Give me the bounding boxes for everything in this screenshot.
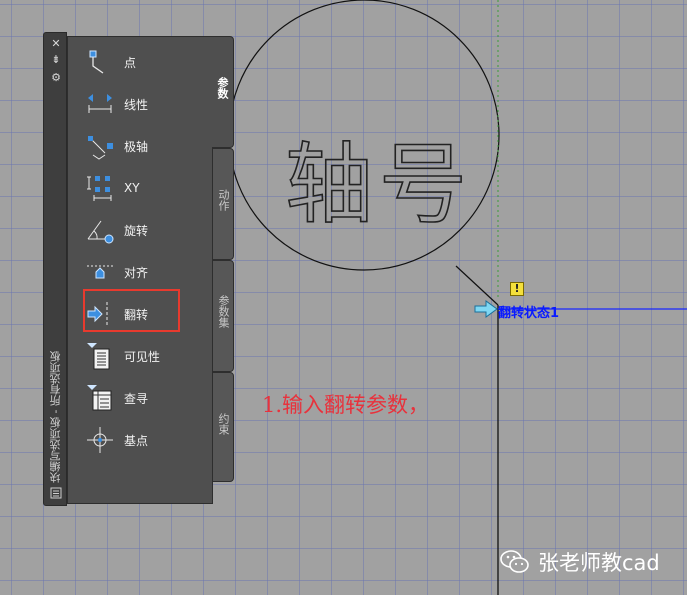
instruction-annotation: 1.输入翻转参数，: [262, 393, 430, 417]
circle-text: 轴号: [285, 133, 473, 236]
item-label: 基点: [124, 433, 149, 448]
basepoint-parameter-icon: [82, 422, 118, 458]
warning-icon[interactable]: !: [510, 282, 524, 296]
tab-label: 动作: [217, 189, 230, 211]
palette-item-visibility[interactable]: 可见性: [82, 338, 202, 374]
item-label: 点: [124, 55, 137, 70]
palette-item-rotation[interactable]: 旋转: [82, 212, 202, 248]
properties-gear-icon[interactable]: ⚙: [48, 71, 64, 85]
item-label: 极轴: [124, 139, 149, 154]
palette-item-polar[interactable]: 极轴: [82, 128, 202, 164]
wechat-icon: [500, 549, 530, 575]
block-authoring-palette: ✕ ⇟ ⚙ 块编写选项板 - 所有选项板 点 线性 极轴 XY 旋转 对齐 翻转…: [43, 32, 234, 506]
palette-item-linear[interactable]: 线性: [82, 86, 202, 122]
item-label: 翻转: [124, 307, 149, 322]
item-label: XY: [124, 181, 140, 195]
tab-constraints[interactable]: 约束: [212, 372, 234, 482]
polar-parameter-icon: [82, 128, 118, 164]
alignment-parameter-icon: [82, 254, 118, 290]
autohide-icon[interactable]: ⇟: [48, 53, 64, 67]
flip-parameter-label[interactable]: 翻转状态1: [498, 302, 559, 321]
item-label: 对齐: [124, 265, 149, 280]
palette-item-alignment[interactable]: 对齐: [82, 254, 202, 290]
tab-parameters[interactable]: 参数: [212, 36, 234, 148]
tab-label: 参数集: [217, 295, 230, 328]
lookup-parameter-icon: [82, 380, 118, 416]
palette-menu-icon[interactable]: [50, 487, 62, 499]
rotation-parameter-icon: [82, 212, 118, 248]
item-label: 可见性: [124, 349, 161, 364]
tab-label: 约束: [217, 413, 230, 435]
item-label: 查寻: [124, 391, 149, 406]
tab-parameter-sets[interactable]: 参数集: [212, 260, 234, 372]
palette-item-point[interactable]: 点: [82, 44, 202, 80]
flip-parameter-icon: [82, 296, 118, 332]
palette-item-flip[interactable]: 翻转: [82, 296, 202, 332]
linear-parameter-icon: [82, 86, 118, 122]
close-icon[interactable]: ✕: [48, 37, 64, 51]
tab-actions[interactable]: 动作: [212, 148, 234, 260]
palette-title: 块编写选项板 - 所有选项板: [49, 351, 62, 483]
watermark: 张老师教cad: [500, 547, 660, 577]
palette-titlebar[interactable]: ✕ ⇟ ⚙ 块编写选项板 - 所有选项板: [43, 32, 67, 506]
item-label: 旋转: [124, 223, 149, 238]
item-label: 线性: [124, 97, 149, 112]
flip-grip-arrow-icon[interactable]: [474, 300, 498, 318]
palette-item-lookup[interactable]: 查寻: [82, 380, 202, 416]
palette-item-basepoint[interactable]: 基点: [82, 422, 202, 458]
watermark-text: 张老师教cad: [538, 551, 660, 575]
xy-parameter-icon: [82, 170, 118, 206]
palette-content: 点 线性 极轴 XY 旋转 对齐 翻转 可见性 查寻 基点: [67, 36, 213, 504]
point-parameter-icon: [82, 44, 118, 80]
tab-label: 参数: [216, 77, 229, 99]
visibility-parameter-icon: [82, 338, 118, 374]
palette-item-xy[interactable]: XY: [82, 170, 202, 206]
